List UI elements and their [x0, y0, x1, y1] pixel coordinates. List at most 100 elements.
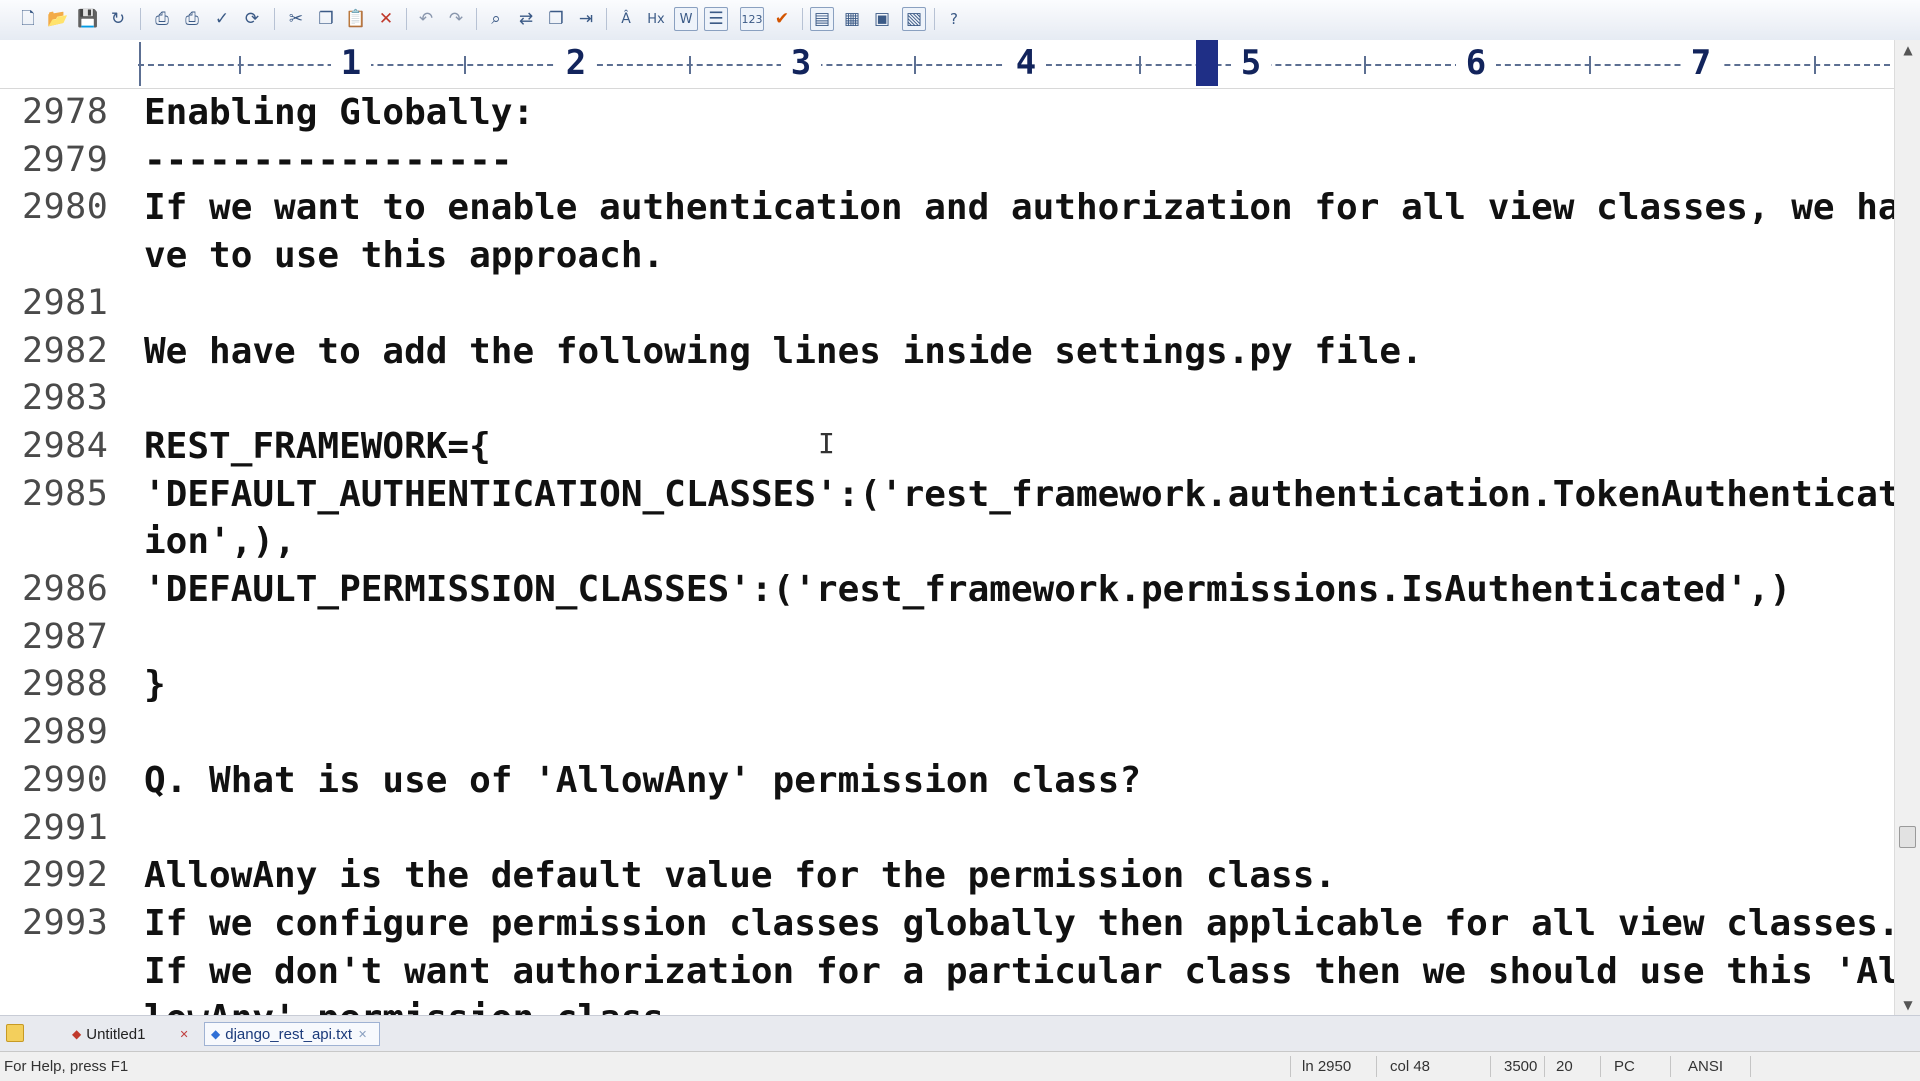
ruler-label: 3 — [781, 43, 821, 83]
status-encoding: ANSI — [1688, 1058, 1724, 1075]
editor-line[interactable]: 2989 — [6, 709, 1900, 757]
tab-label: Untitled1 — [86, 1025, 146, 1043]
editor-line[interactable]: 2991 — [6, 805, 1900, 853]
text-cursor-icon: I — [818, 427, 835, 460]
word-wrap-icon[interactable]: W — [674, 7, 698, 31]
line-text[interactable]: We have to add the following lines insid… — [144, 328, 1900, 376]
editor-line[interactable]: 2985 'DEFAULT_AUTHENTICATION_CLASSES':('r… — [6, 471, 1900, 566]
spell-check-icon[interactable]: ✓ — [210, 7, 234, 31]
ruler-label: 4 — [1006, 43, 1046, 83]
line-text[interactable]: ----------------- — [144, 137, 1900, 185]
status-file-mode: PC — [1614, 1058, 1635, 1075]
scrollbar-thumb[interactable] — [1899, 826, 1916, 848]
close-tab-icon[interactable]: ✕ — [179, 1028, 188, 1041]
ruler: 1 2 3 4 5 6 7 — [0, 40, 1920, 89]
new-file-icon[interactable]: 🗋 — [16, 7, 40, 31]
editor-line[interactable]: 2980 If we want to enable authentication … — [6, 184, 1900, 279]
editor-line[interactable]: 2978 Enabling Globally: — [6, 89, 1900, 137]
print-preview-icon[interactable]: ⎙ — [150, 7, 174, 31]
line-text[interactable]: } — [144, 661, 1900, 709]
editor-line[interactable]: 2983 — [6, 375, 1900, 423]
status-bar: For Help, press F1 ln 2950 col 48 3500 2… — [0, 1051, 1920, 1081]
scroll-down-icon[interactable]: ▼ — [1895, 995, 1920, 1015]
refresh-icon[interactable]: ⟳ — [240, 7, 264, 31]
editor-line[interactable]: 2992 AllowAny is the default value for th… — [6, 852, 1900, 900]
help-icon[interactable]: ? — [942, 7, 966, 31]
scroll-up-icon[interactable]: ▲ — [1895, 40, 1920, 60]
line-text[interactable]: Enabling Globally: — [144, 89, 1900, 137]
ruler-tick — [463, 56, 466, 74]
editor-line[interactable]: 2979 ----------------- — [6, 137, 1900, 185]
line-numbers-icon[interactable]: ☰ — [704, 7, 728, 31]
line-text[interactable]: If we configure permission classes globa… — [144, 900, 1900, 1015]
hex-mode-icon[interactable]: Hx — [644, 7, 668, 31]
editor-line[interactable]: 2990 Q. What is use of 'AllowAny' permiss… — [6, 757, 1900, 805]
status-line: ln 2950 — [1302, 1058, 1352, 1075]
line-number: 2983 — [22, 378, 109, 419]
line-number: 2981 — [22, 282, 109, 323]
print-icon[interactable]: ⎙ — [180, 7, 204, 31]
line-number: 2993 — [22, 902, 109, 943]
close-tab-icon[interactable]: ✕ — [358, 1028, 367, 1041]
redo-icon[interactable]: ↷ — [444, 7, 468, 31]
copy-icon[interactable]: ❐ — [314, 7, 338, 31]
ruler-tick — [1588, 56, 1591, 74]
ruler-label: 5 — [1231, 43, 1271, 83]
text-editor[interactable]: 2978 Enabling Globally: 2979 --------------… — [0, 89, 1900, 1015]
line-number: 2985 — [22, 473, 109, 514]
vertical-scrollbar[interactable]: ▲ ▼ — [1894, 40, 1920, 1015]
ruler-caret-marker — [1196, 40, 1218, 86]
ruler-label: 7 — [1681, 43, 1721, 83]
tab-django-rest-api[interactable]: ◆ django_rest_api.txt ✕ — [204, 1022, 380, 1046]
goto-icon[interactable]: ⇥ — [574, 7, 598, 31]
find-in-files-icon[interactable]: ❐ — [544, 7, 568, 31]
line-number: 2980 — [22, 187, 109, 228]
cut-icon[interactable]: ✂ — [284, 7, 308, 31]
delete-icon[interactable]: ✕ — [374, 7, 398, 31]
status-help: For Help, press F1 — [4, 1058, 129, 1075]
status-total-lines: 3500 — [1504, 1058, 1538, 1075]
ruler-left-margin — [139, 42, 141, 86]
toggle-output-icon[interactable]: ▣ — [870, 7, 894, 31]
modified-dot-icon: ◆ — [72, 1027, 82, 1041]
editor-line[interactable]: 2993 If we configure permission classes g… — [6, 900, 1900, 1015]
editor-line[interactable]: 2984 REST_FRAMEWORK={ — [6, 423, 1900, 471]
line-text[interactable]: Q. What is use of 'AllowAny' permission … — [144, 757, 1900, 805]
font-icon[interactable]: Â — [614, 7, 638, 31]
toggle-panel-icon[interactable]: ▤ — [810, 7, 834, 31]
line-text[interactable]: AllowAny is the default value for the pe… — [144, 852, 1900, 900]
line-number: 2984 — [22, 425, 109, 466]
ruler-track: 1 2 3 4 5 6 7 — [138, 40, 1890, 88]
line-text[interactable]: If we want to enable authentication and … — [144, 184, 1900, 279]
document-tabs: ◆ Untitled1 ✕ ◆ django_rest_api.txt ✕ — [0, 1015, 1920, 1052]
paste-icon[interactable]: 📋 — [344, 7, 368, 31]
editor-line[interactable]: 2981 — [6, 280, 1900, 328]
spell-as-you-type-icon[interactable]: ✔ — [770, 7, 794, 31]
editor-line[interactable]: 2987 — [6, 614, 1900, 662]
replace-icon[interactable]: ⇄ — [514, 7, 538, 31]
line-number: 2978 — [22, 92, 109, 132]
open-file-icon[interactable]: 📂 — [46, 7, 70, 31]
undo-icon[interactable]: ↶ — [414, 7, 438, 31]
save-all-icon[interactable]: ↻ — [106, 7, 130, 31]
tab-untitled1[interactable]: ◆ Untitled1 ✕ — [66, 1022, 196, 1046]
editor-line[interactable]: 2982 We have to add the following lines i… — [6, 328, 1900, 376]
line-number: 2979 — [22, 139, 109, 180]
line-text[interactable]: 'DEFAULT_PERMISSION_CLASSES':('rest_fram… — [144, 566, 1900, 614]
line-number: 2992 — [22, 855, 109, 896]
editor-line[interactable]: 2988} — [6, 661, 1900, 709]
find-icon[interactable]: ⌕ — [484, 7, 508, 31]
toggle-toolbar-icon[interactable]: ▦ — [840, 7, 864, 31]
folder-icon[interactable] — [6, 1024, 24, 1042]
editor-line[interactable]: 2986 'DEFAULT_PERMISSION_CLASSES':('rest_… — [6, 566, 1900, 614]
status-number: 20 — [1556, 1058, 1573, 1075]
ruler-icon[interactable]: 123 — [740, 7, 764, 31]
toolbar: 🗋 📂 💾 ↻ ⎙ ⎙ ✓ ⟳ ✂ ❐ 📋 ✕ ↶ ↷ ⌕ ⇄ ❐ ⇥ Â H… — [0, 0, 1920, 41]
ruler-tick — [1138, 56, 1141, 74]
ruler-tick — [238, 56, 241, 74]
save-icon[interactable]: 💾 — [76, 7, 100, 31]
browser-view-icon[interactable]: ▧ — [902, 7, 926, 31]
line-text[interactable]: 'DEFAULT_AUTHENTICATION_CLASSES':('rest_… — [144, 471, 1900, 566]
line-number: 2991 — [22, 807, 109, 848]
line-text[interactable]: REST_FRAMEWORK={ — [144, 423, 1900, 471]
